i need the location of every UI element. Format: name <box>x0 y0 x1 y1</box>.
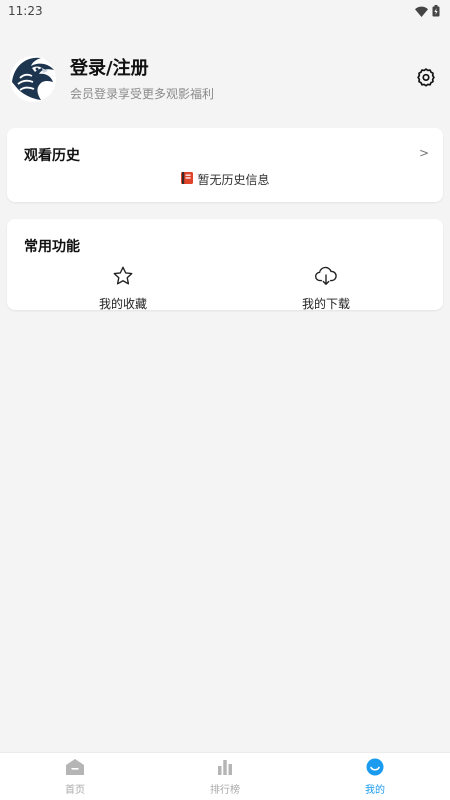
status-bar: 11:23 <box>0 0 450 22</box>
nav-ranking[interactable]: 排行榜 <box>150 753 300 800</box>
history-empty-state: 暂无历史信息 <box>7 171 443 188</box>
battery-icon <box>432 5 440 17</box>
nav-home[interactable]: 首页 <box>0 753 150 800</box>
my-downloads-label: 我的下载 <box>301 297 350 311</box>
book-icon <box>180 171 194 188</box>
status-icons <box>415 5 440 17</box>
settings-button[interactable] <box>412 65 440 93</box>
eagle-logo-icon[interactable] <box>8 52 58 106</box>
history-empty-text: 暂无历史信息 <box>197 173 270 187</box>
login-subtitle: 会员登录享受更多观影福利 <box>70 86 215 101</box>
my-downloads-button[interactable]: 我的下载 <box>266 265 386 312</box>
gear-icon <box>416 67 436 91</box>
common-functions-title: 常用功能 <box>24 239 80 255</box>
my-favorites-label: 我的收藏 <box>98 297 147 311</box>
nav-ranking-label: 排行榜 <box>210 784 240 796</box>
login-register-title[interactable]: 登录/注册 <box>70 57 412 81</box>
status-time: 11:23 <box>8 4 43 18</box>
smile-icon <box>366 758 384 779</box>
common-functions-card: 常用功能 我的收藏 我的下载 <box>7 219 443 312</box>
profile-header[interactable]: 登录/注册 会员登录享受更多观影福利 <box>8 50 442 108</box>
nav-home-label: 首页 <box>65 784 85 796</box>
star-icon <box>112 265 134 291</box>
nav-mine-label: 我的 <box>365 784 385 796</box>
watch-history-card[interactable]: 观看历史 > 暂无历史信息 <box>7 128 443 202</box>
home-icon <box>65 758 85 779</box>
bottom-nav: 首页 排行榜 我的 <box>0 752 450 800</box>
bar-chart-icon <box>216 758 234 779</box>
screen: 11:23 登录/注册 会员登录享受更多观影福利 观看历史 > 暂无历史信息 常… <box>0 0 450 800</box>
profile-text: 登录/注册 会员登录享受更多观影福利 <box>70 57 412 102</box>
cloud-download-icon <box>314 265 338 291</box>
chevron-right-icon[interactable]: > <box>419 146 429 160</box>
nav-mine[interactable]: 我的 <box>300 753 450 800</box>
wifi-icon <box>415 6 428 17</box>
my-favorites-button[interactable]: 我的收藏 <box>63 265 183 312</box>
watch-history-title: 观看历史 <box>24 148 80 164</box>
